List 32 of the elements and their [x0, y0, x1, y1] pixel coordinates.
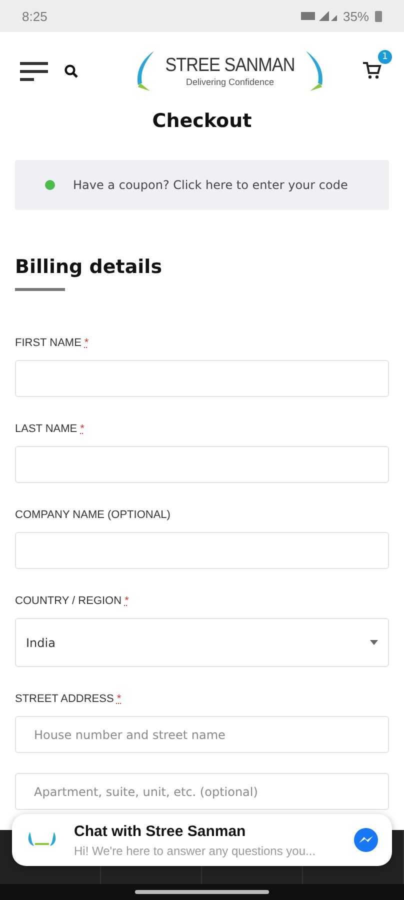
logo-tagline: Delivering Confidence: [186, 77, 274, 87]
country-select[interactable]: India: [15, 618, 389, 667]
input-field[interactable]: Apartment, suite, unit, etc. (optional): [15, 773, 389, 810]
field-label: LAST NAME *: [15, 423, 86, 435]
info-icon: [45, 180, 55, 190]
input-field[interactable]: [15, 532, 389, 569]
chat-popup[interactable]: Chat with Stree Sanman Hi! We're here to answer any questions you...: [12, 814, 392, 866]
messenger-icon[interactable]: [354, 828, 378, 852]
field-label: COUNTRY / REGION *: [15, 595, 130, 607]
logo-title: STREE SANMAN: [165, 55, 295, 77]
status-time: 8:25: [22, 8, 48, 24]
menu-icon[interactable]: [20, 61, 48, 81]
coupon-notice[interactable]: Have a coupon? Click here to enter your code: [15, 160, 389, 210]
page-title: Checkout: [152, 110, 252, 132]
battery-level: 35%: [342, 8, 369, 24]
chat-message: Hi! We're here to answer any questions you...: [74, 844, 317, 858]
input-field[interactable]: House number and street name: [15, 716, 389, 753]
coupon-link[interactable]: Have a coupon? Click here to enter your code: [73, 178, 348, 192]
title-underline: [15, 288, 65, 291]
input-field[interactable]: [15, 446, 389, 483]
field-label: FIRST NAME *: [15, 337, 90, 349]
caret-icon: [370, 640, 378, 645]
chat-title: Chat with Stree Sanman: [74, 822, 247, 840]
field-label: STREET ADDRESS *: [15, 693, 122, 705]
signal-icon: [300, 10, 337, 22]
battery-icon: [375, 10, 382, 22]
cart-count-badge: 1: [378, 50, 392, 64]
cart-icon[interactable]: [362, 60, 382, 80]
field-label: COMPANY NAME (OPTIONAL): [15, 509, 172, 521]
input-field[interactable]: [15, 360, 389, 397]
section-title: Billing details: [15, 256, 163, 278]
search-icon[interactable]: [64, 64, 78, 78]
